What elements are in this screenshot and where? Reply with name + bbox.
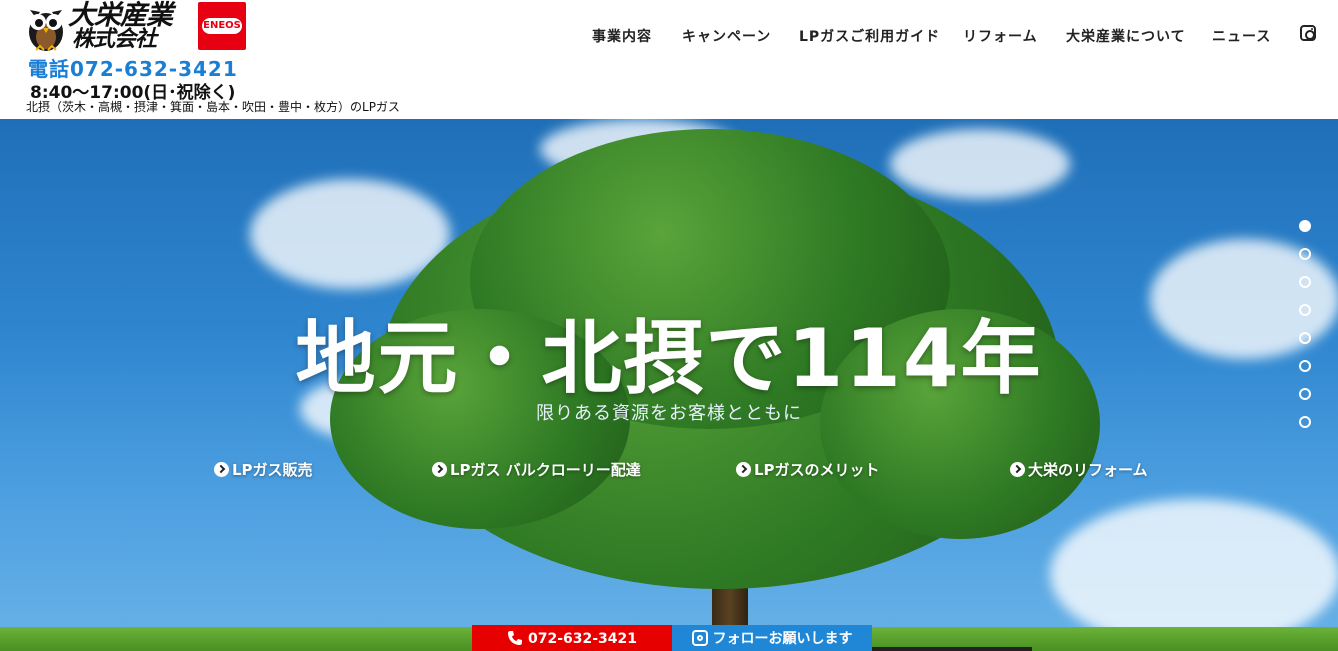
company-logo[interactable]: 大栄産業 株式会社 bbox=[26, 2, 186, 54]
nav-item-reform[interactable]: リフォーム bbox=[963, 26, 1038, 46]
follow-button[interactable]: フォローお願いします bbox=[672, 625, 872, 651]
bottom-edge-bar bbox=[872, 647, 1032, 651]
slider-dot[interactable] bbox=[1299, 416, 1311, 428]
slider-dot[interactable] bbox=[1299, 248, 1311, 260]
slider-dot[interactable] bbox=[1299, 220, 1311, 232]
site-header: 大栄産業 株式会社 ENEOS 電話072-632-3421 8:40～17:0… bbox=[0, 0, 1338, 119]
instagram-icon[interactable] bbox=[1300, 25, 1316, 41]
chevron-right-circle-icon bbox=[214, 462, 229, 477]
nav-item-lpgas-guide[interactable]: LPガスご利用ガイド bbox=[799, 26, 940, 46]
nav-item-business[interactable]: 事業内容 bbox=[592, 26, 652, 46]
chevron-right-circle-icon bbox=[1010, 462, 1025, 477]
phone-icon bbox=[507, 631, 522, 645]
hero-link-label: 大栄のリフォーム bbox=[1028, 461, 1148, 479]
nav-item-news[interactable]: ニュース bbox=[1212, 26, 1271, 46]
chevron-right-circle-icon bbox=[432, 462, 447, 477]
company-name: 大栄産業 株式会社 bbox=[66, 2, 186, 54]
hero-slider: 地元・北摂で114年 限りある資源をお客様とともに LPガス販売 LPガス バル… bbox=[0, 119, 1338, 651]
slider-dots bbox=[1299, 220, 1311, 430]
slider-dot[interactable] bbox=[1299, 360, 1311, 372]
hero-link-bulk-lorry[interactable]: LPガス バルクローリー配達 bbox=[432, 459, 641, 480]
eneos-logo: ENEOS bbox=[198, 2, 246, 50]
call-button[interactable]: 072-632-3421 bbox=[472, 625, 672, 651]
hero-link-label: LPガスのメリット bbox=[754, 461, 880, 479]
company-name-line2: 株式会社 bbox=[72, 27, 157, 52]
cloud-decoration bbox=[890, 129, 1070, 199]
slider-dot[interactable] bbox=[1299, 388, 1311, 400]
hero-link-lpgas-sales[interactable]: LPガス販売 bbox=[214, 459, 313, 480]
hero-title: 地元・北摂で114年 bbox=[295, 312, 1043, 405]
hero-link-label: LPガス バルクローリー配達 bbox=[450, 461, 641, 479]
page: 大栄産業 株式会社 ENEOS 電話072-632-3421 8:40～17:0… bbox=[0, 0, 1338, 651]
service-area: 北摂（茨木・高槻・摂津・箕面・島本・吹田・豊中・枚方）のLPガス bbox=[26, 100, 400, 114]
hero-link-reform[interactable]: 大栄のリフォーム bbox=[1010, 459, 1148, 480]
chevron-right-circle-icon bbox=[736, 462, 751, 477]
call-button-label: 072-632-3421 bbox=[527, 631, 638, 647]
slider-dot[interactable] bbox=[1299, 332, 1311, 344]
instagram-icon bbox=[691, 630, 708, 646]
slider-dot[interactable] bbox=[1299, 304, 1311, 316]
company-name-line1: 大栄産業 bbox=[68, 0, 173, 31]
hero-link-label: LPガス販売 bbox=[232, 461, 313, 479]
nav-item-about[interactable]: 大栄産業について bbox=[1066, 26, 1186, 46]
follow-button-label: フォローお願いします bbox=[712, 631, 853, 647]
slider-dot[interactable] bbox=[1299, 276, 1311, 288]
eneos-label: ENEOS bbox=[202, 18, 242, 34]
hero-link-merit[interactable]: LPガスのメリット bbox=[736, 459, 880, 480]
owl-mascot-icon bbox=[29, 10, 63, 51]
hero-subtitle: 限りある資源をお客様とともに bbox=[536, 403, 802, 424]
nav-item-campaign[interactable]: キャンペーン bbox=[682, 26, 771, 46]
